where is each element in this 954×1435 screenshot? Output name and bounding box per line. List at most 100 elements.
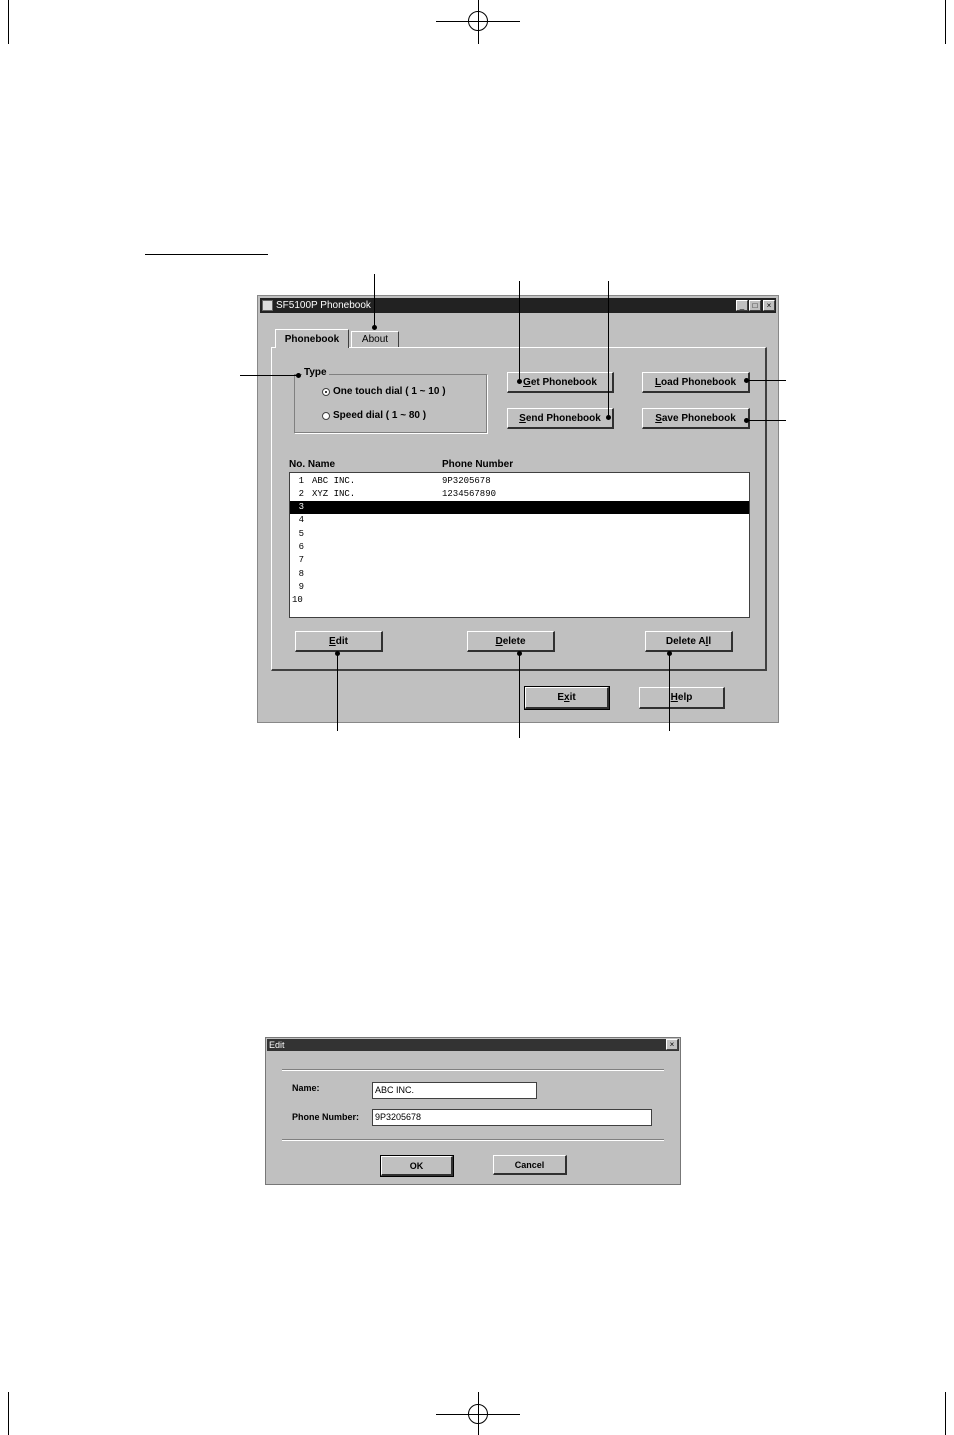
list-item[interactable]: 4 [290, 514, 749, 527]
accel-char: S [655, 413, 662, 424]
phone-number-field[interactable]: 9P3205678 [372, 1109, 652, 1126]
row-no: 1 [298, 476, 304, 486]
callout-dot [517, 651, 522, 656]
row-no: 7 [298, 555, 304, 565]
callout-dot [744, 378, 749, 383]
list-item[interactable]: 9 [290, 581, 749, 594]
list-item[interactable]: 6 [290, 541, 749, 554]
phone-number-label: Phone Number: [292, 1112, 360, 1122]
callout-dot [744, 418, 749, 423]
button-label: oad Phonebook [661, 377, 737, 388]
cancel-button[interactable]: Cancel [493, 1155, 567, 1175]
tab-phonebook[interactable]: Phonebook [275, 329, 349, 348]
app-icon [262, 300, 273, 311]
row-name: XYZ INC. [312, 489, 356, 499]
row-no: 10 [292, 595, 303, 605]
button-label: it [569, 692, 576, 703]
callout-line [608, 281, 609, 418]
crop-mark [945, 1392, 946, 1435]
type-groupbox [294, 374, 487, 433]
help-button[interactable]: Help [639, 687, 725, 709]
delete-button[interactable]: Delete [467, 631, 555, 652]
row-no: 3 [298, 502, 304, 512]
row-no: 5 [298, 529, 304, 539]
button-label: Cancel [514, 1160, 545, 1170]
accel-char: G [523, 377, 531, 388]
callout-line [374, 274, 375, 327]
heading-rule [145, 254, 268, 255]
callout-line [337, 653, 338, 731]
callout-dot [335, 651, 340, 656]
button-label: ave Phonebook [661, 413, 736, 424]
save-phonebook-button[interactable]: Save Phonebook [642, 408, 750, 429]
row-phone: 9P3205678 [442, 476, 491, 486]
button-label: et Phonebook [530, 377, 597, 388]
window-title: SF5100P Phonebook [276, 300, 371, 311]
row-no: 4 [298, 515, 304, 525]
radio-one-touch-label: One touch dial ( 1 ~ 10 ) [333, 386, 446, 397]
crop-mark [8, 1392, 9, 1435]
dialog-separator [282, 1069, 664, 1071]
delete-all-button[interactable]: Delete All [645, 631, 733, 652]
registration-mark [468, 11, 488, 31]
callout-dot [667, 651, 672, 656]
button-label: elp [677, 692, 693, 703]
get-phonebook-button[interactable]: Get Phonebook [507, 372, 614, 393]
list-item[interactable]: 2 XYZ INC. 1234567890 [290, 488, 749, 501]
accel-char: E [329, 636, 336, 647]
list-item[interactable]: 10 [290, 594, 749, 607]
accel-char: D [495, 636, 503, 647]
button-label: E [557, 692, 564, 703]
row-no: 9 [298, 582, 304, 592]
accel-char: H [670, 692, 678, 703]
edit-button[interactable]: Edit [295, 631, 383, 652]
close-button[interactable]: × [763, 300, 775, 311]
maximize-button[interactable]: □ [749, 300, 761, 311]
crop-mark [8, 0, 9, 44]
send-phonebook-button[interactable]: Send Phonebook [507, 408, 614, 429]
crop-mark [945, 0, 946, 44]
header-no-name: No. Name [289, 459, 336, 470]
registration-mark [468, 1404, 488, 1424]
tab-phonebook-label: Phonebook [284, 334, 340, 345]
radio-speed-dial[interactable] [322, 412, 330, 420]
title-bar: SF5100P Phonebook _ □ × [260, 298, 776, 313]
callout-dot [606, 415, 611, 420]
minimize-button[interactable]: _ [736, 300, 748, 311]
button-label: Delete A [665, 636, 706, 647]
load-phonebook-button[interactable]: Load Phonebook [642, 372, 750, 393]
callout-line [519, 281, 520, 382]
name-field[interactable]: ABC INC. [372, 1082, 537, 1099]
button-label: OK [409, 1161, 424, 1171]
edit-dialog-title: Edit [269, 1040, 285, 1050]
callout-dot [296, 373, 301, 378]
ok-button[interactable]: OK [380, 1155, 454, 1177]
callout-line [746, 380, 786, 381]
accel-char: S [519, 413, 526, 424]
callout-line [669, 653, 670, 731]
dialog-close-button[interactable]: × [666, 1039, 678, 1050]
row-no: 6 [298, 542, 304, 552]
radio-one-touch[interactable] [322, 388, 330, 396]
list-item[interactable]: 8 [290, 568, 749, 581]
exit-button[interactable]: Exit [524, 686, 610, 710]
list-item[interactable]: 7 [290, 554, 749, 567]
row-no: 2 [298, 489, 304, 499]
callout-line [519, 653, 520, 738]
button-label: end Phonebook [525, 413, 601, 424]
button-label: dit [335, 636, 348, 647]
callout-dot [372, 325, 377, 330]
tab-about-label: About [361, 334, 389, 345]
list-item[interactable]: 1 ABC INC. 9P3205678 [290, 475, 749, 488]
tab-about[interactable]: About [351, 331, 399, 347]
name-label: Name: [292, 1083, 320, 1093]
list-item-selected[interactable]: 3 [290, 501, 749, 514]
callout-line [746, 420, 786, 421]
phonebook-list[interactable]: 1 ABC INC. 9P3205678 2 XYZ INC. 12345678… [289, 472, 750, 618]
button-label: elete [502, 636, 526, 647]
button-label: l [708, 636, 712, 647]
row-phone: 1234567890 [442, 489, 497, 499]
list-item[interactable]: 5 [290, 528, 749, 541]
row-no: 8 [298, 569, 304, 579]
callout-line [240, 375, 298, 376]
